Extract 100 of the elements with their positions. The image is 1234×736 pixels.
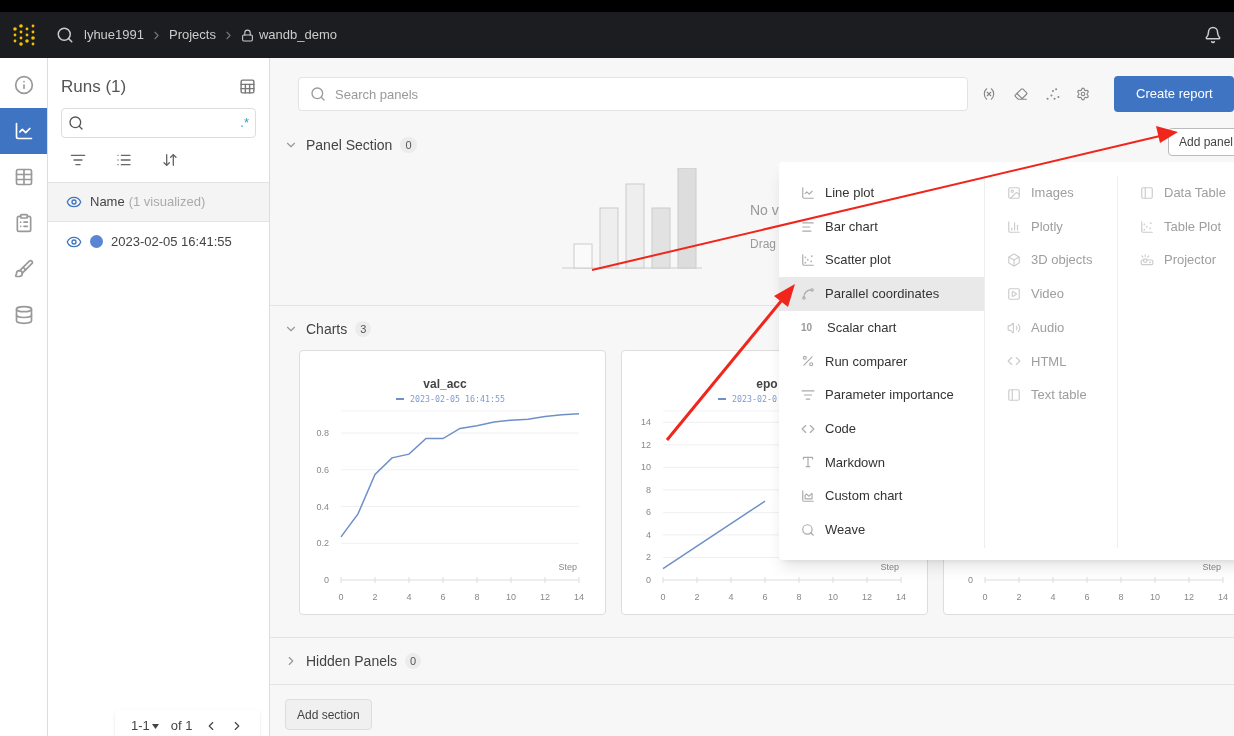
x-tick-label: 12 <box>1184 592 1194 602</box>
x-tick-label: 6 <box>440 592 446 602</box>
scatter-chart-icon <box>1140 219 1154 234</box>
logo-icon[interactable] <box>12 24 36 46</box>
y-tick-label: 0.8 <box>316 428 329 439</box>
x-tick-label: 6 <box>1084 592 1090 602</box>
chart-title: val_acc <box>423 376 467 393</box>
x-tick-label: 12 <box>540 592 550 602</box>
y-tick-label: 12 <box>641 439 651 450</box>
section-title[interactable]: Charts <box>306 318 348 340</box>
curve-icon <box>801 286 815 301</box>
count-badge: 0 <box>405 652 422 670</box>
cube-icon <box>1007 253 1021 268</box>
panel-title: Runs (1) <box>61 76 127 98</box>
x-tick-label: 0 <box>660 592 666 602</box>
breadcrumb-link[interactable]: Projects <box>169 25 216 45</box>
text-icon <box>801 455 815 470</box>
placeholder-bar <box>599 207 619 269</box>
y-tick-label: 8 <box>646 484 651 495</box>
table-icon[interactable] <box>239 78 256 96</box>
y-tick-label: 0.4 <box>316 501 329 512</box>
column-note: (1 visualized) <box>128 192 206 211</box>
scatter-chart-icon <box>801 253 815 268</box>
brush-icon <box>13 259 34 279</box>
menu-item[interactable]: Parallel coordinates <box>779 277 984 311</box>
column-header: Name <box>90 192 125 211</box>
y-tick-label: 2 <box>646 552 651 563</box>
y-tick-label: 0 <box>646 575 651 585</box>
section-title[interactable]: Hidden Panels <box>306 650 398 672</box>
speaker-icon <box>1007 320 1021 335</box>
legend-swatch <box>396 398 404 401</box>
x-tick-label: 14 <box>574 592 584 602</box>
menu-item-glyph: 10 <box>801 321 814 336</box>
sort-icon[interactable] <box>162 151 178 168</box>
add-section-button[interactable]: Add section <box>285 699 372 730</box>
y-tick-label: 6 <box>646 507 651 518</box>
projector-icon <box>1140 253 1154 268</box>
dots-icon[interactable] <box>1046 85 1060 103</box>
section-title[interactable]: Panel Section <box>306 134 393 156</box>
search-icon <box>310 86 326 102</box>
search-panels-field[interactable]: Search panels <box>298 77 968 111</box>
eraser-icon[interactable] <box>1014 85 1028 103</box>
x-tick-label: 2 <box>694 592 700 602</box>
breadcrumb-link[interactable]: lyhue1991 <box>84 25 144 45</box>
x-tick-label: 0 <box>982 592 988 602</box>
play-icon <box>1007 286 1021 301</box>
x-tick-label: 4 <box>406 592 412 602</box>
x-tick-label: 4 <box>728 592 734 602</box>
placeholder-bar <box>573 243 593 269</box>
panel-icon <box>1140 185 1154 200</box>
line-chart-icon <box>801 185 815 200</box>
axis-label: Step <box>1202 562 1221 572</box>
axis-label: Step <box>558 562 577 572</box>
x-tick-label: 8 <box>796 592 802 602</box>
column-chart-icon <box>1007 219 1021 234</box>
x-tick-label: 10 <box>1150 592 1160 602</box>
search-icon[interactable] <box>56 26 74 44</box>
area-chart-icon <box>801 489 815 504</box>
x-tick-label: 6 <box>762 592 768 602</box>
x-tick-label: 8 <box>1118 592 1124 602</box>
y-tick-label: 4 <box>646 529 651 540</box>
count-badge: 3 <box>355 320 372 338</box>
rail-tab[interactable] <box>0 108 47 154</box>
x-tick-label: 10 <box>828 592 838 602</box>
caret-icon <box>151 723 159 729</box>
search-icon <box>68 114 84 131</box>
create-report-button[interactable]: Create report <box>1114 76 1234 112</box>
x-tick-label: 4 <box>1050 592 1056 602</box>
run-name[interactable]: 2023-02-05 16:41:55 <box>111 231 232 252</box>
x-tick-label: 14 <box>896 592 906 602</box>
x-tick-label: 0 <box>338 592 344 602</box>
panel-icon <box>1007 387 1021 402</box>
settings-icon[interactable] <box>1076 85 1090 103</box>
x-tick-label: 12 <box>862 592 872 602</box>
axis-label: Step <box>880 562 899 572</box>
count-badge: 0 <box>400 136 417 154</box>
notification-icon[interactable] <box>1204 26 1222 44</box>
breadcrumb-link[interactable]: wandb_demo <box>258 25 338 45</box>
search-icon <box>801 522 815 537</box>
legend-swatch <box>718 398 726 401</box>
legend-label: 2023-02-0 <box>732 393 777 406</box>
variable-icon[interactable] <box>982 85 996 103</box>
image-icon <box>1007 185 1021 200</box>
table-icon <box>13 167 34 187</box>
fraction-icon <box>801 354 815 369</box>
y-tick-label: 10 <box>641 462 651 473</box>
y-tick-label: 14 <box>641 417 651 428</box>
bar-chart-icon <box>801 219 815 234</box>
placeholder-bar <box>651 207 671 269</box>
x-tick-label: 14 <box>1218 592 1228 602</box>
x-tick-label: 10 <box>506 592 516 602</box>
x-tick-label: 2 <box>1016 592 1022 602</box>
x-tick-label: 2 <box>372 592 378 602</box>
line-chart-icon <box>13 121 34 141</box>
y-tick-label: 0.2 <box>316 538 329 549</box>
y-tick-label: 0 <box>324 575 329 585</box>
info-icon <box>13 75 34 95</box>
add-panel-button[interactable]: Add panel <box>1167 128 1234 156</box>
empty-hint: Drag <box>750 236 777 253</box>
page-range-dropdown[interactable]: 1-1 <box>131 716 159 736</box>
